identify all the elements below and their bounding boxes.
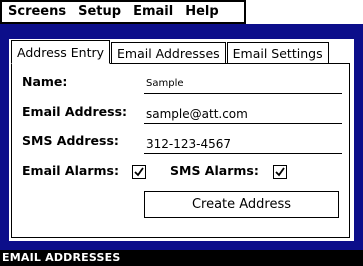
status-bar: EMAIL ADDRESSES [0,250,363,266]
email-address-field[interactable]: sample@att.com [144,104,342,124]
sms-address-label: SMS Address: [22,133,119,148]
address-dialog: Address Entry Email Addresses Email Sett… [9,39,354,241]
menu-help[interactable]: Help [179,2,224,22]
main-panel: Address Entry Email Addresses Email Sett… [0,24,363,250]
tab-email-settings[interactable]: Email Settings [226,42,329,64]
email-address-label: Email Address: [22,104,128,119]
sms-address-field[interactable]: 312-123-4567 [144,134,342,154]
sms-alarms-checkbox[interactable] [273,165,287,179]
name-field[interactable]: Sample [144,74,342,94]
menu-setup[interactable]: Setup [72,2,127,22]
email-alarms-checkbox[interactable] [132,165,146,179]
tab-email-addresses[interactable]: Email Addresses [111,42,226,64]
check-icon [275,167,285,177]
tab-address-entry[interactable]: Address Entry [11,40,111,64]
menu-screens[interactable]: Screens [2,2,72,22]
check-icon [134,167,144,177]
name-label: Name: [22,74,68,89]
menu-bar: Screens Setup Email Help [0,0,246,24]
address-entry-form: Name: Sample Email Address: sample@att.c… [11,63,350,238]
menu-email[interactable]: Email [127,2,179,22]
tab-strip: Address Entry Email Addresses Email Sett… [11,40,330,64]
create-address-button[interactable]: Create Address [144,191,339,218]
email-alarms-label: Email Alarms: [22,163,119,178]
sms-alarms-label: SMS Alarms: [170,163,259,178]
